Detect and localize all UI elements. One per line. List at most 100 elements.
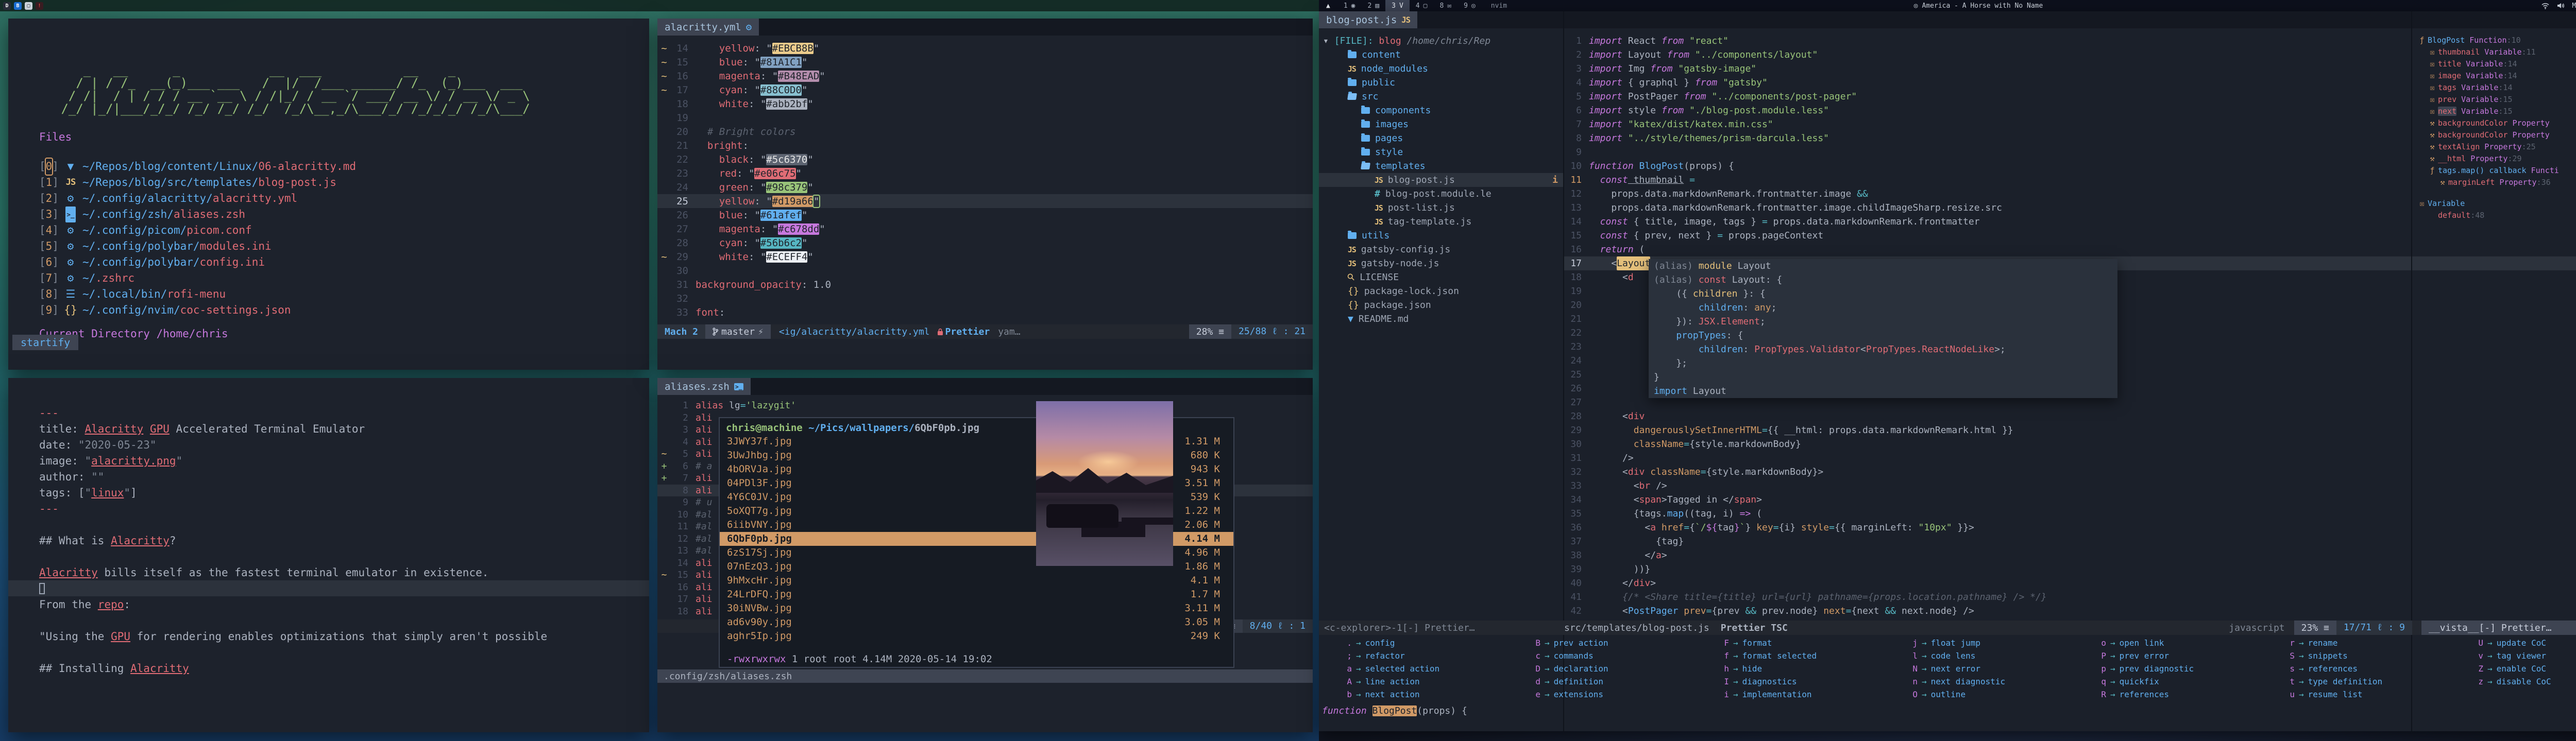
vista-item[interactable]: ƒtags.map() callback Functi (2412, 164, 2576, 176)
startify-entry[interactable]: [4]⚙~/.config/picom/picom.conf (39, 222, 356, 238)
coc-explorer-panel[interactable]: ▾ [FILE]: blog /home/chris/RepcontentJSn… (1319, 34, 1563, 326)
which-key-binding[interactable]: f→format selected (1696, 649, 1885, 662)
lf-file-row[interactable]: 30iNVBw.jpg3.11 M (720, 601, 1233, 615)
which-key-binding[interactable]: F→format (1696, 636, 1885, 649)
startify-entry[interactable]: [6]⚙~/.config/polybar/config.ini (39, 254, 356, 270)
vista-item[interactable]: ☒next Variable:15 (2412, 105, 2576, 117)
bluetooth-tray-icon[interactable]: B (14, 2, 22, 10)
lf-file-row[interactable]: aghr5Ip.jpg249 K (720, 629, 1233, 643)
startify-entry[interactable]: [7]⚙~/.zshrc (39, 270, 356, 286)
workspace-3[interactable]: 3V (1385, 0, 1410, 11)
wifi-icon[interactable] (2541, 2, 2550, 9)
editor-markdown[interactable]: ---title: Alacritty GPU Accelerated Term… (8, 378, 649, 732)
which-key-binding[interactable]: N→next error (1885, 662, 2073, 675)
vista-item[interactable]: default:48 (2412, 209, 2576, 221)
tree-item-package.json[interactable]: {}package.json (1319, 298, 1563, 312)
tree-item-content[interactable]: content (1319, 48, 1563, 62)
tree-item-gatsby-node.js[interactable]: JSgatsby-node.js (1319, 256, 1563, 270)
tree-item-README.md[interactable]: ▼README.md (1319, 312, 1563, 326)
tree-item-style[interactable]: style (1319, 145, 1563, 159)
tree-item-utils[interactable]: utils (1319, 229, 1563, 243)
which-key-binding[interactable]: i→implementation (1696, 688, 1885, 701)
which-key-binding[interactable]: A→line action (1319, 675, 1507, 688)
which-key-binding[interactable]: d→definition (1507, 675, 1696, 688)
lf-file-row[interactable]: ad6v90y.jpg3.05 M (720, 615, 1233, 629)
launcher-icon[interactable]: ▲ (1319, 2, 1337, 10)
which-key-binding[interactable]: r→rename (2262, 636, 2450, 649)
vista-item[interactable]: ☒tags Variable:14 (2412, 81, 2576, 93)
tab-aliases-zsh[interactable]: aliases.zsh >_ (657, 378, 751, 395)
vista-item[interactable] (2412, 188, 2576, 197)
tree-item-LICENSE[interactable]: ⚲LICENSE (1319, 270, 1563, 284)
terminal-startify[interactable]: _ __ _ __ ___ __ _ / | / /_ __(_)___ ___… (8, 19, 649, 370)
workspace-switcher[interactable]: 1◉2▤3V4▢8✉9◎ (1337, 0, 1482, 11)
vista-item[interactable]: ☒title Variable:14 (2412, 58, 2576, 70)
which-key-binding[interactable]: R→references (2073, 688, 2262, 701)
which-key-binding[interactable]: q→quickfix (2073, 675, 2262, 688)
tree-item-blog-post.module.le[interactable]: #blog-post.module.le (1319, 187, 1563, 201)
which-key-binding[interactable]: P→prev error (2073, 649, 2262, 662)
workspace-9[interactable]: 9◎ (1458, 0, 1482, 11)
vista-item[interactable]: ⚒textAlign Property:25 (2412, 141, 2576, 152)
display-tray-icon[interactable]: ▢ (25, 2, 32, 10)
tree-item-gatsby-config.js[interactable]: JSgatsby-config.js (1319, 243, 1563, 256)
workspace-1[interactable]: 1◉ (1337, 0, 1362, 11)
vista-item[interactable]: ☒image Variable:14 (2412, 70, 2576, 81)
workspace-2[interactable]: 2▤ (1361, 0, 1385, 11)
which-key-binding[interactable]: t→type definition (2262, 675, 2450, 688)
vista-item[interactable]: ⚒__html Property:29 (2412, 152, 2576, 164)
volume-icon[interactable] (2557, 2, 2565, 9)
which-key-binding[interactable]: h→hide (1696, 662, 1885, 675)
startify-entry[interactable]: [3]>_~/.config/zsh/aliases.zsh (39, 206, 356, 222)
startify-entry[interactable]: [0]▼~/Repos/blog/content/Linux/06-alacri… (39, 159, 356, 175)
tab-blog-post-js[interactable]: blog-post.js JS (1319, 11, 1417, 28)
startify-entry[interactable]: [9]{}~/.config/nvim/coc-settings.json (39, 302, 356, 318)
discord-tray-icon[interactable]: D (3, 2, 11, 10)
lf-file-row[interactable]: 9hMxcHr.jpg4.1 M (720, 574, 1233, 588)
tree-item-post-list.js[interactable]: JSpost-list.js (1319, 201, 1563, 215)
vista-outline-panel[interactable]: ƒBlogPost Function:10☒thumbnail Variable… (2412, 34, 2576, 221)
which-key-binding[interactable]: e→extensions (1507, 688, 1696, 701)
workspace-4[interactable]: 4▢ (1410, 0, 1434, 11)
which-key-binding[interactable]: S→snippets (2262, 649, 2450, 662)
which-key-binding[interactable]: n→next diagnostic (1885, 675, 2073, 688)
which-key-binding[interactable]: v→tag viewer (2450, 649, 2576, 662)
tree-item-blog-post.js[interactable]: JSblog-post.jsi (1319, 173, 1563, 187)
which-key-binding[interactable]: B→prev action (1507, 636, 1696, 649)
vista-item[interactable]: ⚒marginLeft Property:36 (2412, 176, 2576, 188)
tree-item-public[interactable]: public (1319, 76, 1563, 90)
startify-entry[interactable]: [8]☰~/.local/bin/rofi-menu (39, 286, 356, 302)
vista-item[interactable]: ⚒backgroundColor Property (2412, 129, 2576, 141)
explorer-root[interactable]: ▾ [FILE]: blog /home/chris/Rep (1319, 34, 1563, 48)
tree-item-node_modules[interactable]: JSnode_modules (1319, 62, 1563, 76)
which-key-binding[interactable]: u→resume list (2262, 688, 2450, 701)
which-key-menu[interactable]: .→config;→refactora→selected actionA→lin… (1319, 636, 2576, 703)
which-key-binding[interactable]: ;→refactor (1319, 649, 1507, 662)
which-key-binding[interactable]: l→code lens (1885, 649, 2073, 662)
lf-file-row[interactable]: 24LrDFQ.jpg1.7 M (720, 588, 1233, 601)
which-key-binding[interactable]: Z→enable CoC (2450, 662, 2576, 675)
vista-item[interactable]: ƒBlogPost Function:10 (2412, 34, 2576, 46)
which-key-binding[interactable]: j→float jump (1885, 636, 2073, 649)
which-key-binding[interactable]: z→disable CoC (2450, 675, 2576, 688)
alert-tray-icon[interactable]: ! (36, 2, 43, 10)
which-key-binding[interactable]: I→diagnostics (1696, 675, 1885, 688)
which-key-binding[interactable]: .→config (1319, 636, 1507, 649)
tab-alacritty-yml[interactable]: alacritty.yml ⚙ (657, 19, 759, 36)
which-key-binding[interactable]: p→prev diagnostic (2073, 662, 2262, 675)
tree-item-tag-template.js[interactable]: JStag-template.js (1319, 215, 1563, 229)
vista-item[interactable]: ☒thumbnail Variable:11 (2412, 46, 2576, 58)
tree-item-pages[interactable]: pages (1319, 131, 1563, 145)
tree-item-images[interactable]: images (1319, 117, 1563, 131)
which-key-binding[interactable]: s→references (2262, 662, 2450, 675)
which-key-binding[interactable]: b→next action (1319, 688, 1507, 701)
which-key-binding[interactable]: U→update CoC (2450, 636, 2576, 649)
tree-item-src[interactable]: src (1319, 90, 1563, 104)
startify-entry[interactable]: [1]JS~/Repos/blog/src/templates/blog-pos… (39, 175, 356, 191)
vista-item[interactable]: ⚒backgroundColor Property (2412, 117, 2576, 129)
tree-item-package-lock.json[interactable]: {}package-lock.json (1319, 284, 1563, 298)
which-key-binding[interactable]: a→selected action (1319, 662, 1507, 675)
editor-aliases-zsh[interactable]: aliases.zsh >_ 1alias lg='lazygit' 2ali … (657, 378, 1313, 732)
startify-entry[interactable]: [5]⚙~/.config/polybar/modules.ini (39, 238, 356, 254)
vista-item[interactable]: ☒Variable (2412, 197, 2576, 209)
